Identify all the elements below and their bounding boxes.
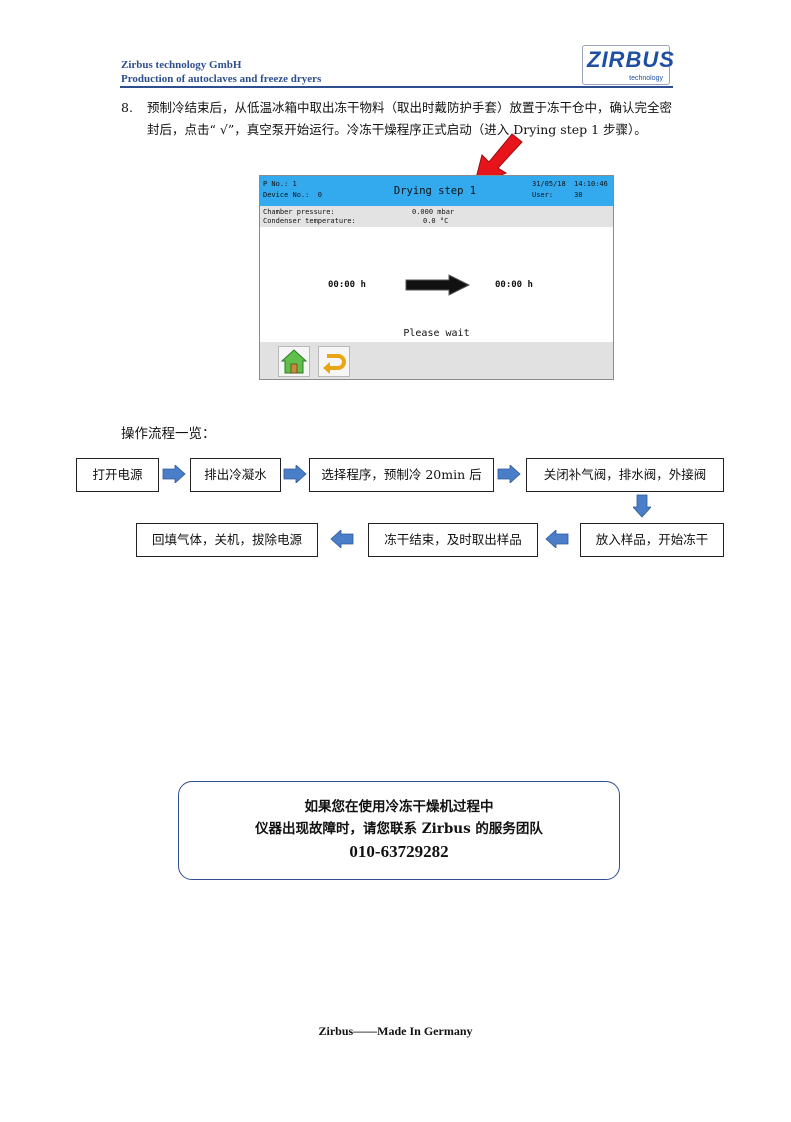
program-number: P No.: 1 [263,180,297,188]
chamber-pressure-label: Chamber pressure: [263,208,335,216]
home-button[interactable] [278,346,310,377]
flow-step-load-samples: 放入样品，开始冻干 [580,523,724,557]
flow-arrow-right-icon [283,465,307,483]
flow-arrow-right-icon [497,465,521,483]
flow-title: 操作流程一览： [121,426,216,442]
screen-title-bar: P No.: 1 Device No.: 0 Drying step 1 31/… [260,176,613,206]
flow-step-close-valves: 关闭补气阀，排水阀，外接阀 [526,458,724,492]
device-number: Device No.: 0 [263,191,323,199]
company-name: Zirbus technology GmbH [121,59,242,71]
step-number: 8. [121,100,133,115]
condenser-temperature-value: 0.0 °C [423,217,449,225]
screen-button-bar [260,342,613,379]
flow-step-shutdown: 回填气体，关机，拔除电源 [136,523,318,557]
flow-arrow-left-icon [330,530,354,548]
company-tagline: Production of autoclaves and freeze drye… [121,73,322,85]
notice-line-1: 如果您在使用冷冻干燥机过程中 [304,799,494,815]
screen-user: User: 30 [532,191,583,199]
home-icon [280,349,308,374]
company-header: Zirbus technology GmbH Production of aut… [121,58,321,86]
flow-arrow-left-icon [545,530,569,548]
flow-step-drain-condensate: 排出冷凝水 [190,458,281,492]
service-notice: 如果您在使用冷冻干燥机过程中 仪器出现故障时，请您联系 Zirbus 的服务团队… [178,781,620,880]
remaining-time: 00:00 h [495,280,533,290]
notice-line-2: 仪器出现故障时，请您联系 Zirbus 的服务团队 [255,821,543,837]
condenser-temperature-label: Condenser temperature: [263,217,356,225]
return-icon [323,354,346,374]
page-footer: Zirbus——Made In Germany [318,1024,473,1038]
step-text: 预制冷结束后，从低温冰箱中取出冻干物料（取出时戴防护手套）放置于冻干仓中，确认完… [147,100,673,137]
logo-subtext: technology [629,75,663,82]
logo-text: ZIRBUS [587,47,675,72]
screen-readings: Chamber pressure: 0.000 mbar Condenser t… [260,206,613,227]
service-phone: 010-63729282 [349,842,449,861]
progress-arrow-icon [405,274,471,296]
zirbus-logo: ZIRBUS technology [582,45,675,85]
flow-step-remove-samples: 冻干结束，及时取出样品 [368,523,538,557]
flow-step-select-program: 选择程序，预制冷 20min 后 [309,458,494,492]
elapsed-time: 00:00 h [328,280,366,290]
screen-date-time: 31/05/18 14:10:46 [532,180,608,188]
flow-step-power-on: 打开电源 [76,458,159,492]
flow-arrow-right-icon [162,465,186,483]
wait-message: Please wait [403,328,470,339]
return-button[interactable] [318,346,350,377]
screen-title: Drying step 1 [393,185,477,197]
flow-arrow-down-icon [633,494,651,518]
device-screen: P No.: 1 Device No.: 0 Drying step 1 31/… [259,175,614,380]
header-divider [120,86,673,88]
chamber-pressure-value: 0.000 mbar [412,208,455,216]
